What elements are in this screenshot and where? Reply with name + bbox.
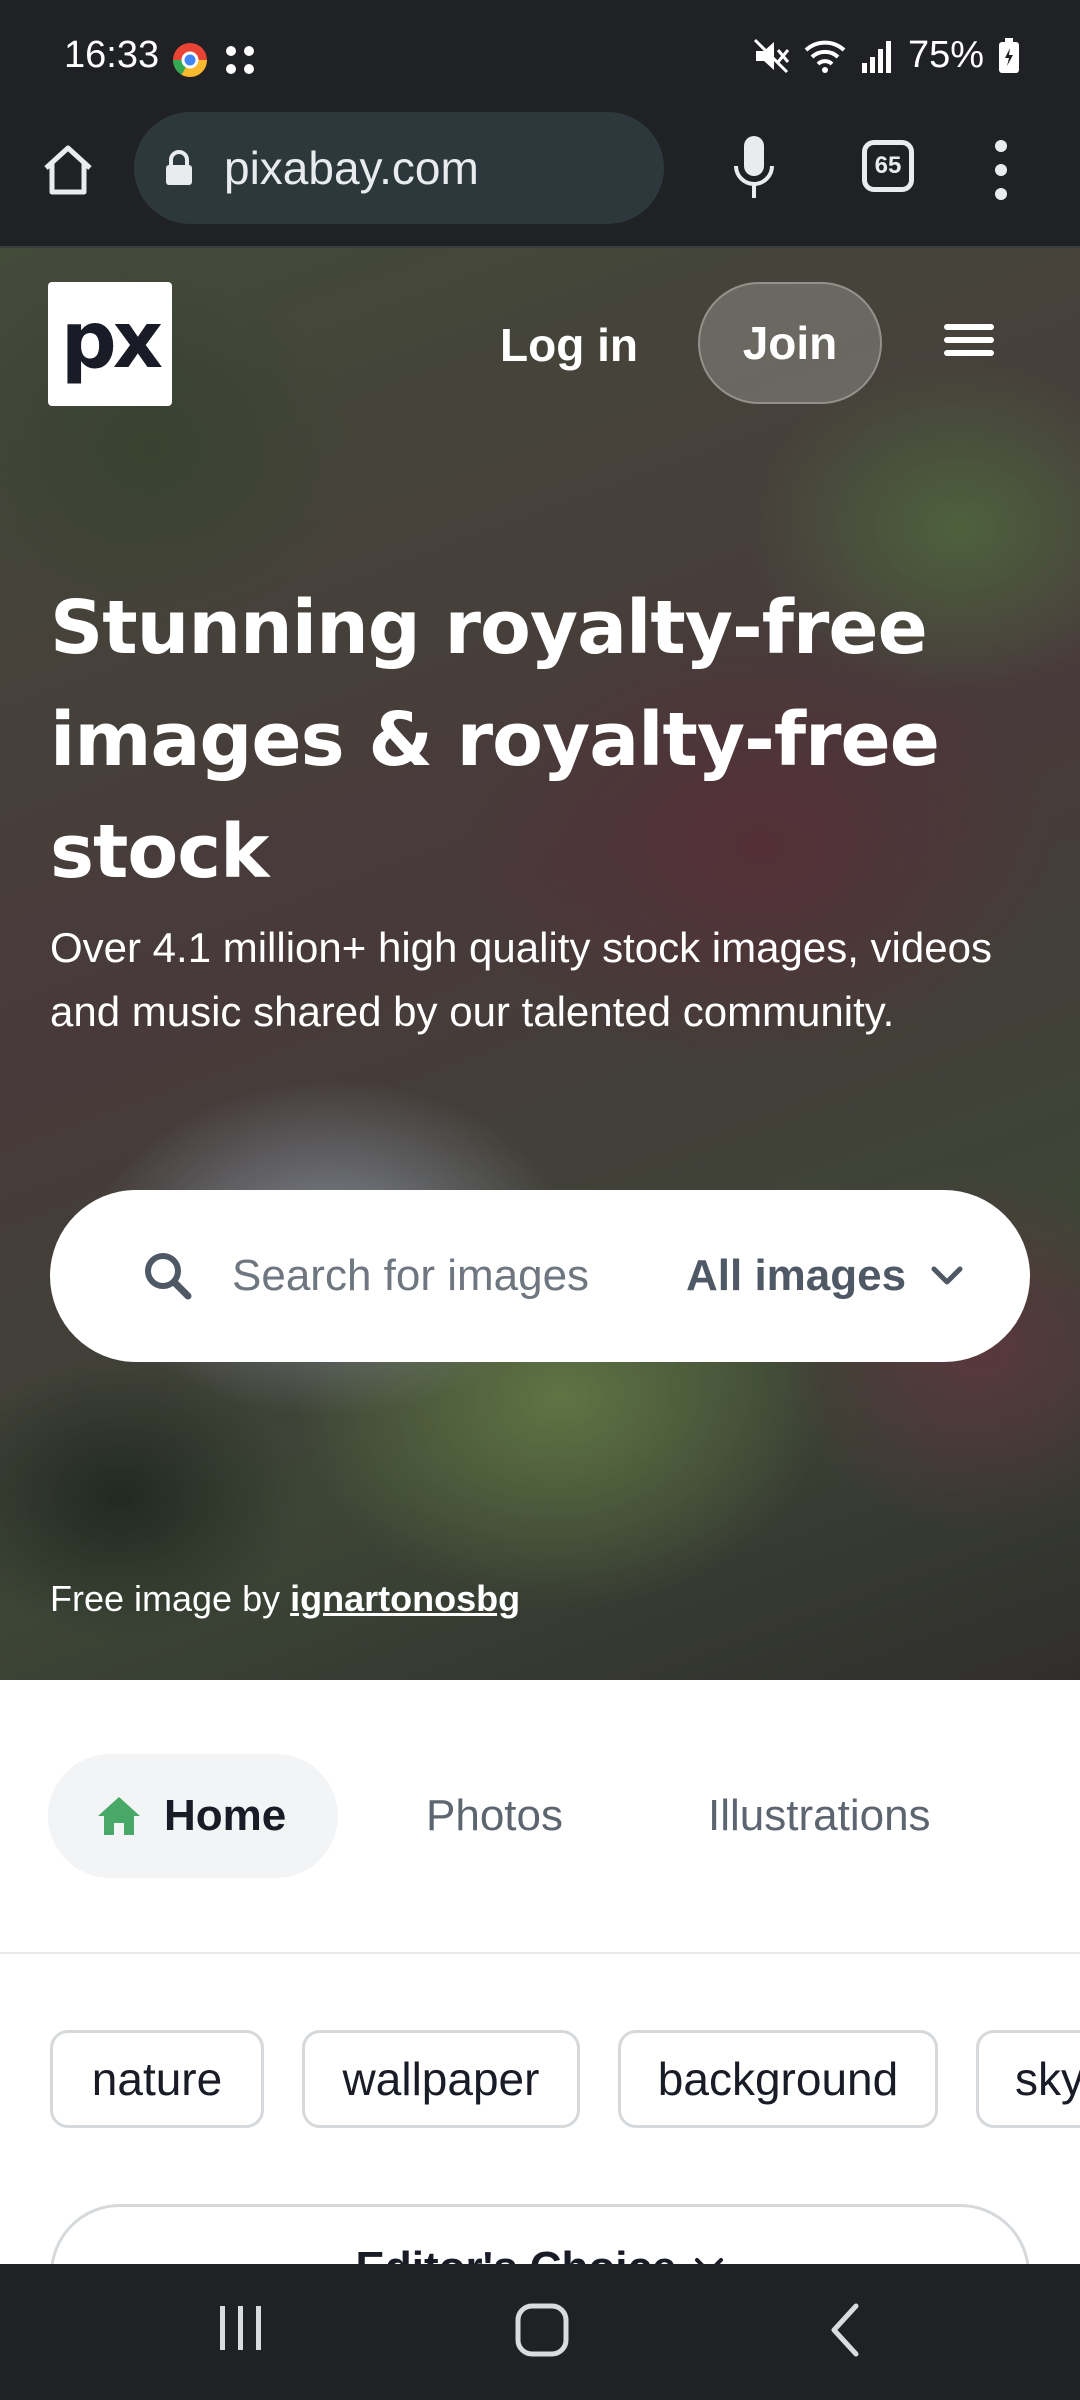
wifi-icon bbox=[804, 40, 846, 73]
tag-chip[interactable]: background bbox=[618, 2030, 938, 2128]
app-grid-icon bbox=[226, 46, 254, 74]
status-time: 16:33 bbox=[64, 34, 160, 76]
back-icon[interactable] bbox=[826, 2302, 862, 2358]
recents-icon[interactable] bbox=[216, 2302, 266, 2354]
hero-section: px Log in Join Stunning royalty-free ima… bbox=[0, 248, 1080, 1680]
credit-author-link[interactable]: ignartonosbg bbox=[290, 1578, 520, 1619]
home-icon[interactable] bbox=[38, 140, 98, 200]
tab-home-label: Home bbox=[164, 1791, 287, 1840]
browser-toolbar: pixabay.com 65 bbox=[0, 112, 1080, 248]
hero-title: Stunning royalty-free images & royalty-f… bbox=[50, 585, 940, 895]
credit-prefix: Free image by bbox=[50, 1578, 281, 1619]
tab-photos[interactable]: Photos bbox=[426, 1754, 563, 1878]
search-input[interactable] bbox=[232, 1234, 692, 1318]
battery-icon bbox=[999, 37, 1019, 73]
system-nav-bar bbox=[0, 2264, 1080, 2400]
image-credit: Free image by ignartonosbg bbox=[50, 1578, 520, 1620]
search-bar: All images bbox=[50, 1190, 1030, 1362]
search-icon[interactable] bbox=[142, 1250, 194, 1302]
home-nav-icon[interactable] bbox=[514, 2302, 570, 2358]
search-type-dropdown[interactable]: All images bbox=[686, 1234, 964, 1318]
tab-home[interactable]: Home bbox=[48, 1754, 338, 1878]
status-bar: 16:33 75% bbox=[0, 0, 1080, 112]
address-bar[interactable]: pixabay.com bbox=[134, 112, 664, 224]
signal-icon bbox=[861, 40, 891, 73]
mute-icon bbox=[753, 38, 790, 73]
tabs-button[interactable]: 65 bbox=[862, 140, 914, 192]
search-type-label: All images bbox=[686, 1251, 907, 1300]
media-type-tabs: Home Photos Illustrations bbox=[0, 1680, 1080, 1954]
url-text: pixabay.com bbox=[224, 142, 479, 194]
logo-text: px bbox=[60, 296, 163, 386]
pixabay-logo[interactable]: px bbox=[48, 282, 172, 406]
hamburger-menu-icon[interactable] bbox=[944, 324, 994, 360]
chevron-down-icon bbox=[931, 1266, 963, 1285]
login-link[interactable]: Log in bbox=[500, 318, 638, 372]
chrome-icon bbox=[173, 43, 207, 77]
lock-icon bbox=[166, 150, 192, 185]
battery-percent: 75% bbox=[907, 34, 984, 76]
more-vert-icon[interactable] bbox=[990, 138, 1012, 202]
tag-chip[interactable]: sky bbox=[976, 2030, 1080, 2128]
hero-subtitle: Over 4.1 million+ high quality stock ima… bbox=[50, 924, 992, 1035]
home-icon bbox=[98, 1797, 140, 1835]
mic-icon[interactable] bbox=[730, 134, 778, 202]
join-button[interactable]: Join bbox=[698, 282, 882, 404]
tab-illustrations[interactable]: Illustrations bbox=[708, 1754, 931, 1878]
tag-chip[interactable]: nature bbox=[50, 2030, 264, 2128]
tag-chip[interactable]: wallpaper bbox=[302, 2030, 580, 2128]
